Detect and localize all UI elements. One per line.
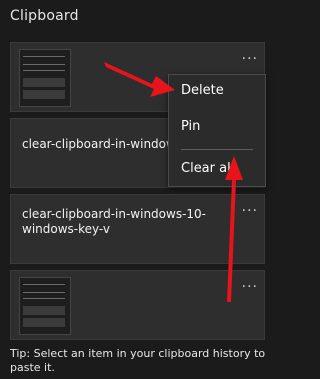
clipboard-panel-title: Clipboard (10, 8, 79, 24)
menu-item-clear-all[interactable]: Clear all (181, 161, 234, 176)
clipboard-thumbnail (19, 277, 71, 335)
clipboard-thumbnail (19, 49, 71, 107)
clipboard-item-text: clear-clipboard-in-windows-10-windows-ke… (22, 207, 207, 236)
clipboard-tip: Tip: Select an item in your clipboard hi… (10, 347, 266, 374)
menu-item-delete[interactable]: Delete (181, 83, 224, 98)
clipboard-context-menu: Delete Pin Clear all (168, 74, 266, 187)
menu-separator (181, 149, 253, 150)
more-options-icon[interactable]: ... (242, 199, 258, 215)
more-options-icon[interactable]: ... (242, 47, 258, 63)
clipboard-item-text-2[interactable]: clear-clipboard-in-windows-10-windows-ke… (10, 194, 265, 264)
more-options-icon[interactable]: ... (242, 275, 258, 291)
menu-item-pin[interactable]: Pin (181, 119, 200, 134)
clipboard-item-image-2[interactable]: ... (10, 270, 265, 340)
